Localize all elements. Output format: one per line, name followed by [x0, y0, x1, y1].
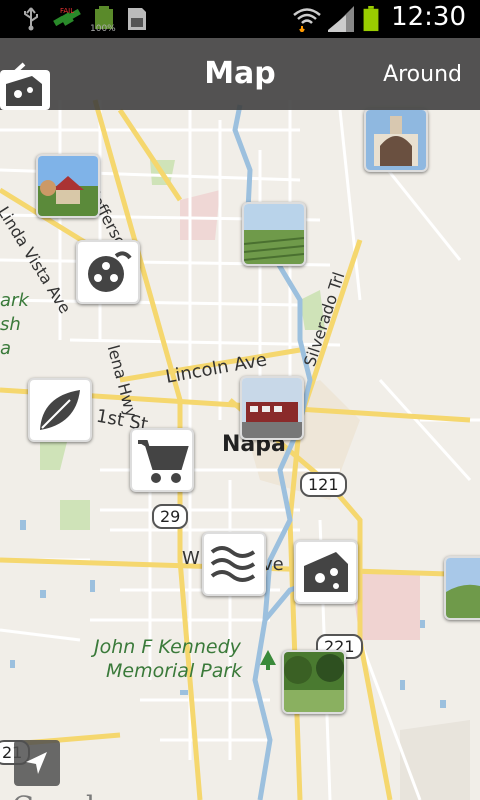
photo-marker-house[interactable] — [36, 154, 100, 218]
left-park-label-3: a — [0, 338, 12, 359]
photo-marker-park[interactable] — [282, 650, 346, 714]
svg-text:FAIL: FAIL — [60, 7, 74, 15]
sd-card-icon — [128, 8, 146, 30]
my-location-button[interactable] — [14, 740, 60, 786]
leaf-marker[interactable] — [28, 378, 92, 442]
map-view[interactable]: Jefferson St Linda Vista Ave Lincoln Ave… — [0, 38, 480, 800]
around-button[interactable]: Around — [383, 62, 462, 87]
shopping-cart-marker[interactable] — [130, 428, 194, 492]
photo-marker-vineyard[interactable] — [242, 202, 306, 266]
wifi-icon — [293, 8, 321, 32]
location-arrow-icon — [26, 752, 47, 774]
status-bar: FAIL 100% 12:30 — [0, 0, 480, 38]
waves-marker[interactable] — [202, 532, 266, 596]
google-attribution: Google — [12, 790, 112, 800]
park-label-line1: John F Kennedy — [94, 636, 241, 658]
photo-marker-hills[interactable] — [444, 556, 480, 620]
action-bar: Map Around — [0, 38, 480, 110]
battery-icon — [363, 6, 379, 32]
photo-marker-train[interactable] — [240, 376, 304, 440]
satellite-icon: FAIL — [53, 7, 81, 27]
street-label-w-ave: W — [182, 548, 200, 569]
route-shield-29: 29 — [152, 504, 189, 529]
route-shield-121: 121 — [300, 472, 347, 497]
usb-icon — [24, 7, 38, 31]
left-park-label-1: ark — [0, 290, 29, 311]
clock-time: 12:30 — [391, 2, 466, 32]
photo-marker-mission[interactable] — [364, 108, 428, 172]
film-reel-marker[interactable] — [76, 240, 140, 304]
left-park-label-2: sh — [0, 314, 21, 335]
park-label-line2: Memorial Park — [106, 660, 243, 682]
cheese-marker[interactable] — [294, 540, 358, 604]
signal-icon — [328, 6, 354, 32]
battery-level-text: 100% — [90, 24, 116, 34]
